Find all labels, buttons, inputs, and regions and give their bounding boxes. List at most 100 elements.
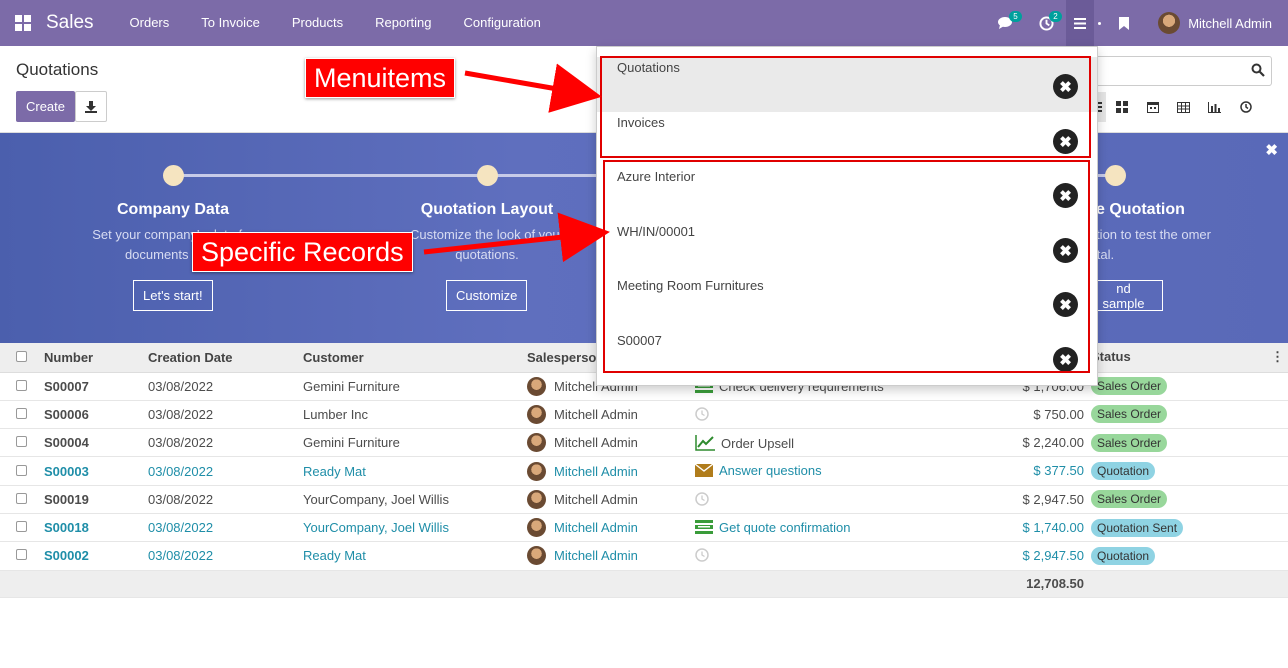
activity-view-icon[interactable] [1230,92,1261,122]
row-checkbox[interactable] [16,464,27,476]
activity-clock-icon[interactable]: 2 [1026,0,1066,46]
col-number[interactable]: Number [40,343,144,373]
download-button[interactable] [75,91,107,122]
kanban-view-icon[interactable] [1106,92,1137,122]
cell-status: Quotation [1087,456,1288,486]
salesperson-name: Mitchell Admin [554,406,638,422]
bookmark-icon[interactable] [1104,0,1144,46]
customize-button[interactable]: Customize [446,280,528,311]
cell-number: S00004 [40,428,144,458]
create-button[interactable]: Create [16,91,75,122]
cell-salesperson: Mitchell Admin [523,513,695,543]
table-row[interactable]: S00018 03/08/2022 YourCompany, Joel Willis… [0,513,1288,543]
step-dot [1105,165,1126,186]
cell-total: $ 2,947.50 [1022,548,1084,564]
optional-columns-icon[interactable]: ⋮ [1271,349,1284,365]
status-badge: Quotation [1091,462,1156,481]
status-badge: Sales Order [1091,490,1168,509]
activity-summary: Answer questions [719,463,822,479]
cell-customer: Gemini Furniture [299,372,523,401]
menu-products[interactable]: Products [276,0,359,46]
col-creation-date[interactable]: Creation Date [144,343,299,373]
avatar [527,461,546,481]
row-checkbox[interactable] [16,521,27,533]
view-switcher [1090,92,1261,122]
table-row[interactable]: S00003 03/08/2022 Ready Mat Mitchell Admin A… [0,456,1288,486]
cell-customer: YourCompany, Joel Willis [299,485,523,514]
menu-reporting[interactable]: Reporting [359,0,447,46]
app-brand[interactable]: Sales [46,12,94,34]
cell-status: Sales Order [1087,485,1288,514]
envelope-icon[interactable] [695,464,713,478]
row-checkbox[interactable] [16,549,27,561]
row-checkbox[interactable] [16,436,27,448]
clock-icon[interactable] [695,407,709,421]
cell-activity-total: $ 2,947.50 [695,541,1087,571]
col-status[interactable]: Status ⋮ [1087,343,1288,373]
avatar [527,518,546,538]
send-sample-button[interactable]: nd sample [1090,280,1163,311]
cell-date: 03/08/2022 [144,485,299,514]
cell-customer: YourCompany, Joel Willis [299,513,523,543]
lets-start-button[interactable]: Let's start! [133,280,213,311]
status-badge: Sales Order [1091,377,1168,396]
cell-total: $ 750.00 [1033,406,1084,422]
banner-close-icon[interactable]: ✖ [1265,141,1278,159]
status-badge: Quotation Sent [1091,518,1184,537]
cell-total: $ 2,947.50 [1022,491,1084,507]
menu-orders[interactable]: Orders [114,0,186,46]
row-checkbox[interactable] [16,407,27,419]
salesperson-name: Mitchell Admin [554,463,638,479]
grand-total: 12,708.50 [695,570,1087,598]
cell-salesperson: Mitchell Admin [523,456,695,486]
apps-grid-icon[interactable] [0,0,46,46]
row-checkbox[interactable] [16,379,27,391]
cell-number: S00019 [40,485,144,514]
avatar [527,489,546,509]
menu-to-invoice[interactable]: To Invoice [185,0,276,46]
cell-status: Quotation [1087,541,1288,571]
avatar [1158,12,1181,34]
cell-status: Sales Order [1087,372,1288,401]
clock-icon[interactable] [695,491,709,506]
status-badge: Sales Order [1091,405,1168,424]
col-customer[interactable]: Customer [299,343,523,373]
cell-activity-total: Answer questions $ 377.50 [695,456,1087,486]
cell-date: 03/08/2022 [144,541,299,571]
search-icon[interactable] [1251,63,1265,77]
chart-up-icon[interactable] [695,435,715,451]
status-badge: Quotation [1091,546,1156,565]
table-row[interactable]: S00002 03/08/2022 Ready Mat Mitchell Admin $… [0,541,1288,571]
table-row[interactable]: S00006 03/08/2022 Lumber Inc Mitchell Admin… [0,400,1288,430]
cell-salesperson: Mitchell Admin [523,428,695,458]
cell-activity-total: $ 750.00 [695,400,1087,430]
activity-badge: 2 [1049,11,1062,22]
dot-separator-icon [1094,0,1104,46]
cell-total: $ 2,240.00 [1022,435,1084,451]
chat-badge: 5 [1009,11,1022,22]
cell-date: 03/08/2022 [144,513,299,543]
clock-icon[interactable] [695,548,709,563]
activity-summary: Order Upsell [721,435,794,451]
pivot-view-icon[interactable] [1168,92,1199,122]
hamburger-menu-icon[interactable] [1066,0,1095,46]
records-highlight-box [603,160,1090,373]
menu-configuration[interactable]: Configuration [448,0,557,46]
row-checkbox[interactable] [16,492,27,504]
user-menu[interactable]: Mitchell Admin [1158,12,1272,34]
cell-salesperson: Mitchell Admin [523,400,695,430]
search-input[interactable] [1090,56,1272,86]
step-dot [163,165,184,186]
salesperson-name: Mitchell Admin [554,548,638,564]
cell-activity-total: Order Upsell $ 2,240.00 [695,428,1087,458]
menuitems-highlight-box [600,56,1091,158]
table-row[interactable]: S00019 03/08/2022 YourCompany, Joel Willis… [0,485,1288,514]
table-row[interactable]: S00004 03/08/2022 Gemini Furniture Mitchell… [0,428,1288,458]
select-all-checkbox[interactable] [16,350,27,362]
chat-icon[interactable]: 5 [986,0,1026,46]
calendar-view-icon[interactable] [1137,92,1168,122]
graph-view-icon[interactable] [1199,92,1230,122]
cell-date: 03/08/2022 [144,428,299,458]
doc-stack-icon[interactable] [695,520,713,535]
menuitems-callout: Menuitems [305,58,456,98]
